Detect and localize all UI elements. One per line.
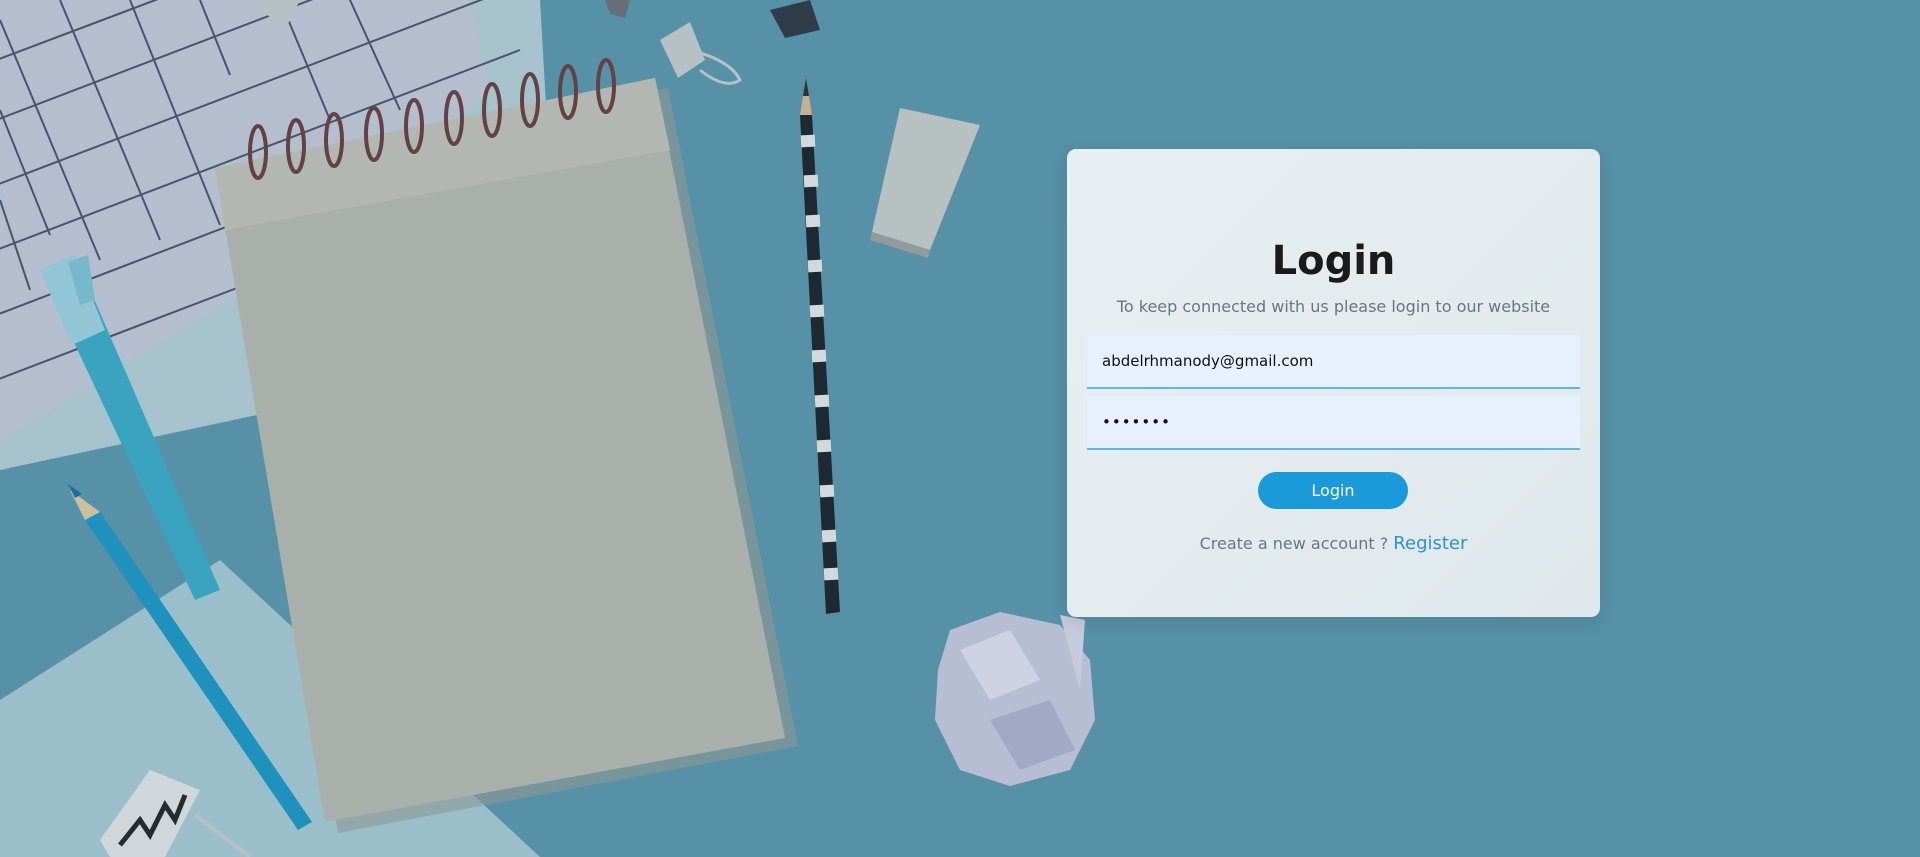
login-card: Login To keep connected with us please l… (1067, 149, 1600, 617)
password-field[interactable] (1087, 396, 1580, 450)
login-title: Login (1271, 238, 1396, 284)
background-desk-image (0, 0, 1920, 857)
register-line: Create a new account ? Register (1067, 533, 1600, 554)
register-prompt: Create a new account ? (1199, 534, 1394, 553)
login-button[interactable]: Login (1258, 472, 1408, 509)
login-subtitle: To keep connected with us please login t… (1116, 297, 1551, 316)
register-link[interactable]: Register (1393, 533, 1467, 554)
email-field[interactable] (1087, 335, 1580, 389)
